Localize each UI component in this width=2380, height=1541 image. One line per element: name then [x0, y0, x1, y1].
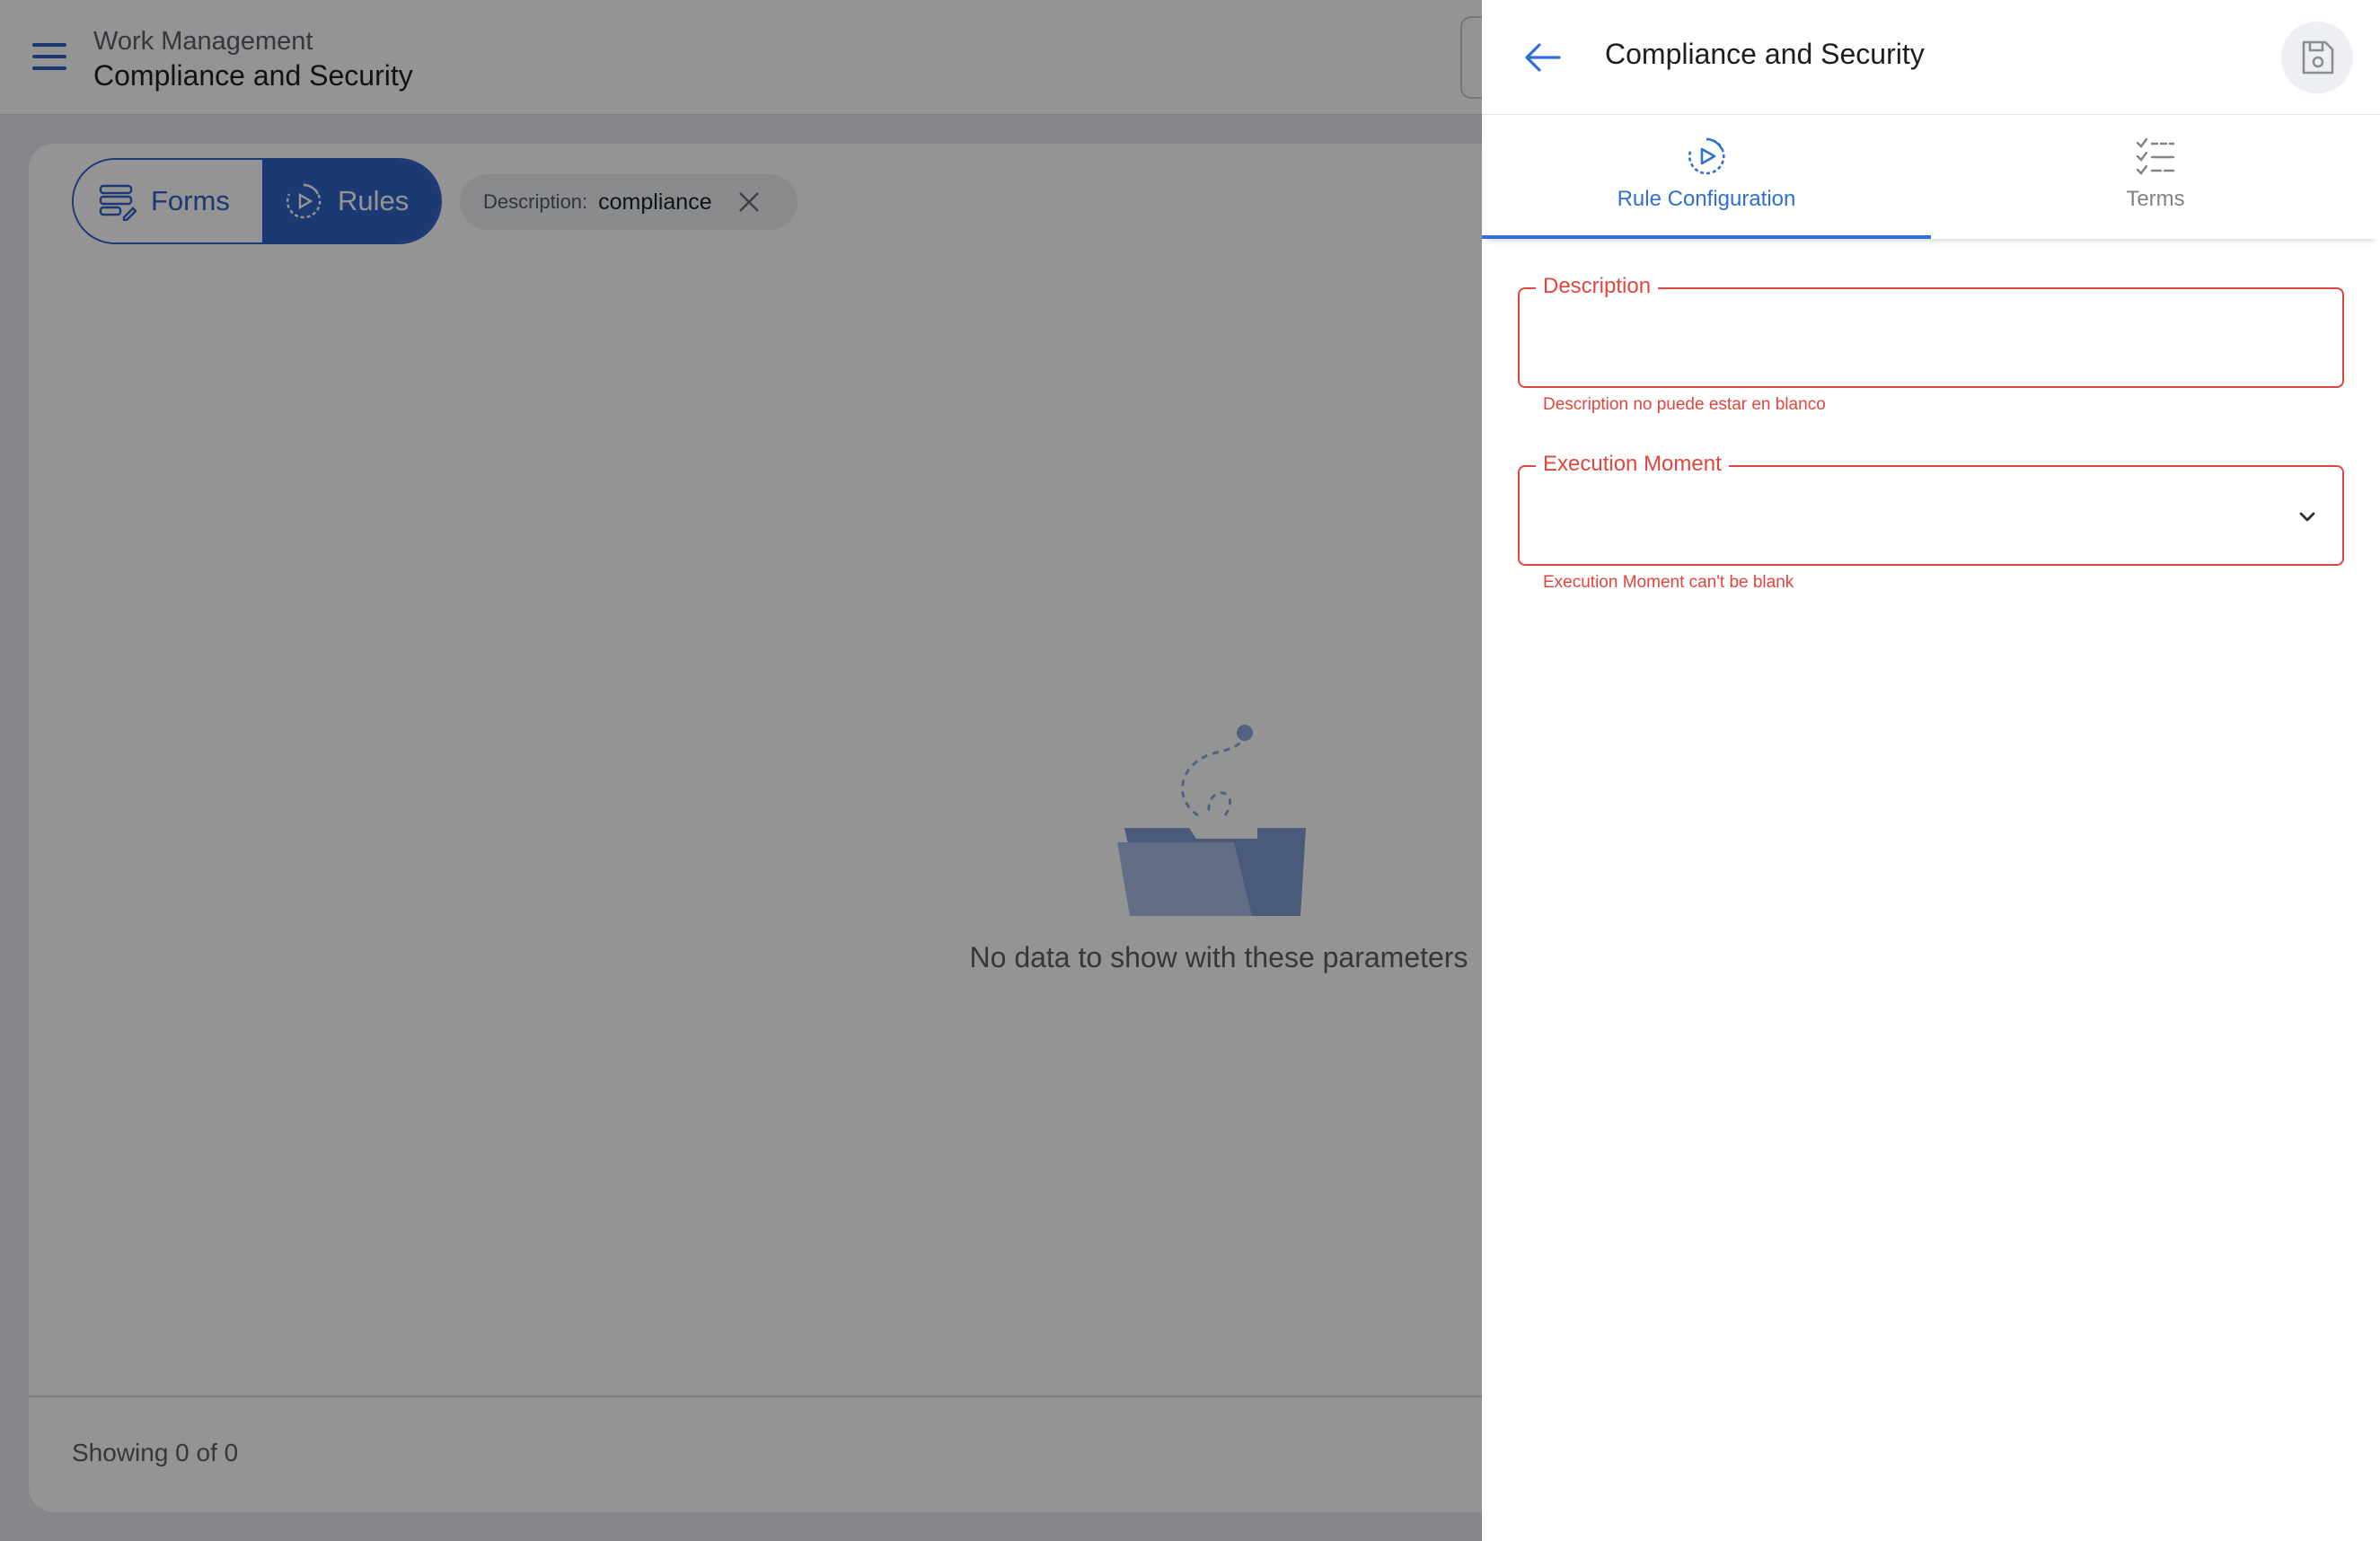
tab-terms[interactable]: Terms	[1931, 115, 2380, 239]
back-arrow-icon	[1525, 43, 1561, 72]
tab-label: Terms	[2126, 187, 2185, 211]
tab-label: Rule Configuration	[1617, 187, 1796, 211]
save-button[interactable]	[2281, 22, 2353, 93]
active-tab-indicator	[1482, 235, 1931, 239]
execution-moment-label: Execution Moment	[1536, 449, 1729, 480]
rule-config-icon	[1688, 137, 1725, 175]
rule-drawer: Compliance and Security Rule Configurati…	[1482, 0, 2380, 1541]
app-root: Work Management Compliance and Security …	[0, 0, 2380, 1541]
description-input[interactable]	[1541, 316, 2296, 361]
drawer-tabs: Rule Configuration Terms	[1482, 115, 2380, 239]
chevron-down-icon[interactable]	[2296, 505, 2319, 528]
drawer-header: Compliance and Security	[1482, 0, 2380, 115]
drawer-title: Compliance and Security	[1605, 38, 1925, 70]
execution-moment-select[interactable]: Execution Moment	[1518, 449, 2344, 566]
back-button[interactable]	[1521, 38, 1563, 77]
modal-backdrop[interactable]	[0, 0, 1482, 1541]
execution-moment-error: Execution Moment can't be blank	[1543, 573, 1794, 592]
execution-moment-value	[1541, 494, 2296, 539]
description-error: Description no puede estar en blanco	[1543, 395, 1826, 414]
description-field: Description	[1518, 271, 2344, 388]
description-label: Description	[1536, 271, 1659, 302]
save-icon	[2302, 40, 2334, 75]
terms-checklist-icon	[2136, 137, 2175, 175]
tab-rule-configuration[interactable]: Rule Configuration	[1482, 115, 1931, 239]
